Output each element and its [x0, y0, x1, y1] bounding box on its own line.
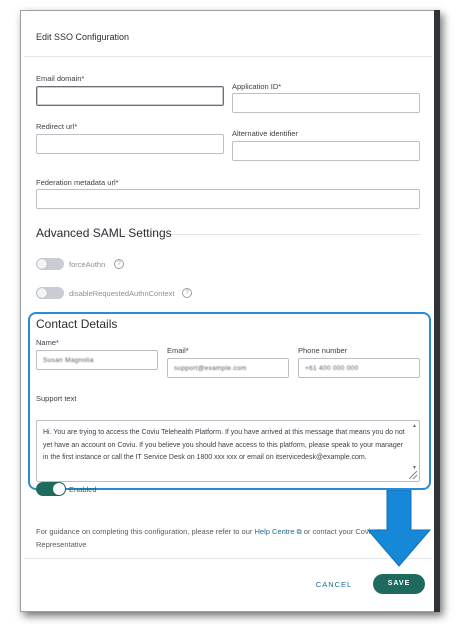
email-domain-label: Email domain* [36, 74, 85, 83]
email-label: Email* [167, 346, 189, 355]
resize-handle-icon[interactable] [409, 471, 417, 479]
alternative-identifier-label: Alternative identifier [232, 129, 298, 138]
title-divider [24, 56, 432, 57]
down-arrow-icon [366, 490, 432, 567]
force-authn-label: forceAuthn [69, 260, 106, 269]
alternative-identifier-input[interactable] [232, 141, 420, 161]
name-input[interactable]: Susan Magnolia [36, 350, 158, 370]
scroll-up-icon[interactable]: ▲ [412, 423, 417, 429]
redirect-url-label: Redirect url* [36, 122, 78, 131]
window-shadow-edge [434, 10, 440, 612]
name-label: Name* [36, 338, 59, 347]
force-authn-toggle[interactable] [36, 258, 64, 270]
help-circle-icon[interactable]: ? [114, 259, 124, 269]
phone-number-label: Phone number [298, 346, 348, 355]
help-centre-link[interactable]: Help Centre [254, 527, 294, 536]
email-domain-input[interactable] [36, 86, 224, 106]
guidance-prefix: For guidance on completing this configur… [36, 527, 253, 536]
toggle-knob [37, 288, 47, 298]
disable-requested-authn-context-label: disableRequestedAuthnContext [69, 289, 175, 298]
phone-number-value: +61 400 000 000 [305, 365, 359, 372]
cancel-button[interactable]: CANCEL [304, 578, 364, 592]
federation-metadata-url-label: Federation metadata url* [36, 178, 119, 187]
external-link-icon: ⧉ [296, 529, 302, 536]
enabled-toggle[interactable] [36, 482, 66, 496]
application-id-label: Application ID* [232, 82, 282, 91]
support-text-label: Support text [36, 394, 77, 403]
email-input[interactable]: support@example.com [167, 358, 289, 378]
advanced-saml-title: Advanced SAML Settings [36, 226, 172, 240]
phone-number-input[interactable]: +61 400 000 000 [298, 358, 420, 378]
redirect-url-input[interactable] [36, 134, 224, 154]
toggle-knob [53, 483, 65, 495]
contact-details-title: Contact Details [36, 317, 118, 331]
name-value: Susan Magnolia [43, 357, 94, 364]
support-text-input[interactable]: Hi. You are trying to access the Coviu T… [36, 420, 420, 482]
help-circle-icon[interactable]: ? [182, 288, 192, 298]
enabled-label: Enabled [69, 485, 97, 494]
federation-metadata-url-input[interactable] [36, 189, 420, 209]
support-text-value: Hi. You are trying to access the Coviu T… [43, 429, 405, 461]
dialog-title: Edit SSO Configuration [36, 32, 130, 42]
email-value: support@example.com [174, 365, 247, 372]
toggle-knob [37, 259, 47, 269]
application-id-input[interactable] [232, 93, 420, 113]
disable-requested-authn-context-toggle[interactable] [36, 287, 64, 299]
save-button[interactable]: SAVE [373, 574, 425, 594]
